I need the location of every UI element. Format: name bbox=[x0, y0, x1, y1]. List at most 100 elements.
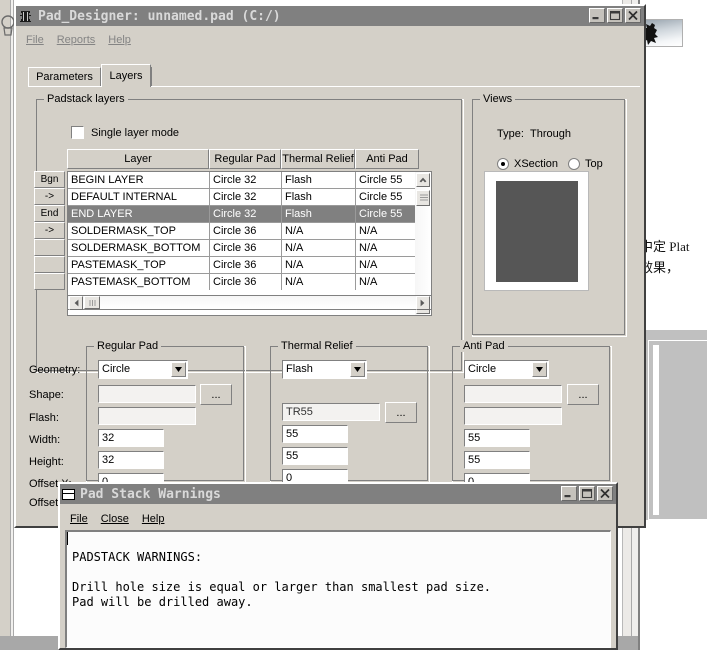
anti-pad-shape-browse-button[interactable]: ... bbox=[567, 384, 599, 405]
radio-top[interactable] bbox=[568, 158, 580, 170]
view-preview-pad bbox=[496, 181, 578, 282]
minimize-button[interactable] bbox=[561, 486, 577, 501]
row-button-1[interactable]: -> bbox=[34, 188, 65, 205]
regular-pad-shape-browse-button[interactable]: ... bbox=[200, 384, 232, 405]
thermal-relief-width-input[interactable]: 55 bbox=[282, 425, 348, 443]
maximize-button[interactable] bbox=[579, 486, 595, 501]
radio-xsection[interactable] bbox=[497, 158, 509, 170]
grid-vertical-scrollbar[interactable] bbox=[415, 172, 431, 315]
regular-pad-flash-input[interactable] bbox=[98, 407, 196, 425]
close-button[interactable] bbox=[597, 486, 613, 501]
scroll-thumb-vertical[interactable] bbox=[416, 190, 430, 206]
menu-reports[interactable]: Reports bbox=[51, 33, 102, 47]
maximize-icon bbox=[609, 10, 621, 21]
menu-help[interactable]: Help bbox=[102, 33, 137, 47]
regular-pad-shape-input[interactable] bbox=[98, 385, 196, 403]
row-button-3[interactable]: -> bbox=[34, 222, 65, 239]
warnings-title-text: Pad Stack Warnings bbox=[80, 487, 221, 502]
chevron-right-icon bbox=[420, 299, 426, 307]
column-header-layer[interactable]: Layer bbox=[67, 149, 209, 169]
regular-pad-height-input[interactable]: 32 bbox=[98, 451, 164, 469]
table-row[interactable]: DEFAULT INTERNAL Circle 32 Flash Circle … bbox=[68, 189, 416, 206]
cell-layer: SOLDERMASK_BOTTOM bbox=[68, 240, 210, 256]
scroll-thumb-horizontal[interactable] bbox=[84, 296, 100, 309]
table-row[interactable]: SOLDERMASK_BOTTOM Circle 36 N/A N/A bbox=[68, 240, 416, 257]
table-row[interactable]: PASTEMASK_TOP Circle 36 N/A N/A bbox=[68, 257, 416, 274]
warnings-menu-file[interactable]: File bbox=[64, 512, 94, 526]
tabstrip-divider bbox=[151, 67, 152, 86]
background-thumbnail-image bbox=[645, 19, 683, 47]
tab-parameters[interactable]: Parameters bbox=[28, 67, 101, 86]
anti-pad-geometry-value: Circle bbox=[468, 363, 496, 375]
label-height: Height: bbox=[29, 456, 64, 468]
table-row[interactable]: BEGIN LAYER Circle 32 Flash Circle 55 bbox=[68, 172, 416, 189]
regular-pad-width-input[interactable]: 32 bbox=[98, 429, 164, 447]
cell-anti-pad: N/A bbox=[356, 223, 416, 239]
cell-regular-pad: Circle 36 bbox=[210, 274, 282, 290]
table-row[interactable]: SOLDERMASK_TOP Circle 36 N/A N/A bbox=[68, 223, 416, 240]
single-layer-mode-checkbox[interactable] bbox=[71, 126, 84, 139]
column-header-anti-pad[interactable]: Anti Pad bbox=[355, 149, 419, 169]
cell-thermal-relief: N/A bbox=[282, 240, 356, 256]
warnings-menu-help[interactable]: Help bbox=[136, 512, 171, 526]
cell-regular-pad: Circle 32 bbox=[210, 189, 282, 205]
minimize-button[interactable] bbox=[589, 8, 605, 23]
cell-thermal-relief: Flash bbox=[282, 172, 356, 188]
maximize-button[interactable] bbox=[607, 8, 623, 23]
chevron-down-icon[interactable] bbox=[350, 362, 365, 377]
close-icon bbox=[627, 10, 639, 21]
thermal-relief-height-input[interactable]: 55 bbox=[282, 447, 348, 465]
close-icon bbox=[599, 488, 611, 499]
cell-regular-pad: Circle 32 bbox=[210, 206, 282, 222]
grip-icon bbox=[89, 300, 97, 306]
warnings-titlebar[interactable]: Pad Stack Warnings bbox=[60, 484, 616, 504]
scroll-up-button[interactable] bbox=[416, 173, 430, 187]
regular-pad-group-label: Regular Pad bbox=[94, 340, 161, 352]
chevron-down-icon[interactable] bbox=[532, 362, 547, 377]
menu-file[interactable]: File bbox=[20, 33, 50, 47]
thermal-relief-geometry-combo[interactable]: Flash bbox=[282, 360, 367, 379]
column-header-regular-pad[interactable]: Regular Pad bbox=[209, 149, 281, 169]
regular-pad-geometry-combo[interactable]: Circle bbox=[98, 360, 188, 379]
pad-stack-warnings-dialog: Pad Stack Warnings File Close H bbox=[58, 482, 618, 650]
anti-pad-flash-input[interactable] bbox=[464, 407, 562, 425]
views-type-label: Type: bbox=[497, 128, 524, 140]
thermal-relief-flash-browse-button[interactable]: ... bbox=[385, 402, 417, 423]
cell-thermal-relief: N/A bbox=[282, 223, 356, 239]
cell-anti-pad: Circle 55 bbox=[356, 189, 416, 205]
pad-designer-icon bbox=[18, 9, 33, 24]
tab-layers[interactable]: Layers bbox=[101, 64, 151, 87]
cell-anti-pad: N/A bbox=[356, 274, 416, 290]
scroll-right-button[interactable] bbox=[416, 296, 430, 310]
row-button-0[interactable]: Bgn bbox=[34, 171, 65, 188]
anti-pad-height-input[interactable]: 55 bbox=[464, 451, 530, 469]
cell-anti-pad: Circle 55 bbox=[356, 206, 416, 222]
grid-horizontal-scrollbar[interactable] bbox=[67, 295, 432, 310]
anti-pad-shape-input[interactable] bbox=[464, 385, 562, 403]
close-button[interactable] bbox=[625, 8, 641, 23]
warnings-menu-close[interactable]: Close bbox=[95, 512, 135, 526]
tab-parameters-label: Parameters bbox=[36, 71, 93, 83]
scroll-left-button[interactable] bbox=[69, 296, 83, 310]
views-group-label: Views bbox=[480, 93, 515, 105]
anti-pad-geometry-combo[interactable]: Circle bbox=[464, 360, 549, 379]
warnings-menubar: File Close Help bbox=[64, 510, 170, 528]
cell-regular-pad: Circle 32 bbox=[210, 172, 282, 188]
view-preview-canvas[interactable] bbox=[484, 171, 589, 291]
maximize-icon bbox=[581, 488, 593, 499]
thermal-relief-flash-input[interactable]: TR55 bbox=[282, 403, 380, 421]
column-header-thermal-relief[interactable]: Thermal Relief bbox=[281, 149, 355, 169]
cell-anti-pad: Circle 55 bbox=[356, 172, 416, 188]
anti-pad-width-input[interactable]: 55 bbox=[464, 429, 530, 447]
row-button-2[interactable]: End bbox=[34, 205, 65, 222]
warnings-text-area[interactable]: PADSTACK WARNINGS: Drill hole size is eq… bbox=[65, 530, 611, 648]
row-button-6[interactable] bbox=[34, 273, 65, 290]
padstack-layers-table: Layer Regular Pad Thermal Relief Anti Pa… bbox=[34, 149, 432, 317]
table-row[interactable]: PASTEMASK_BOTTOM Circle 36 N/A N/A bbox=[68, 274, 416, 291]
background-text-line-1: 中定 Plat bbox=[640, 236, 689, 255]
row-button-5[interactable] bbox=[34, 256, 65, 273]
row-button-4[interactable] bbox=[34, 239, 65, 256]
chevron-down-icon[interactable] bbox=[171, 362, 186, 377]
window-titlebar[interactable]: Pad_Designer: unnamed.pad (C:/) bbox=[16, 6, 644, 26]
table-row[interactable]: END LAYER Circle 32 Flash Circle 55 bbox=[68, 206, 416, 223]
